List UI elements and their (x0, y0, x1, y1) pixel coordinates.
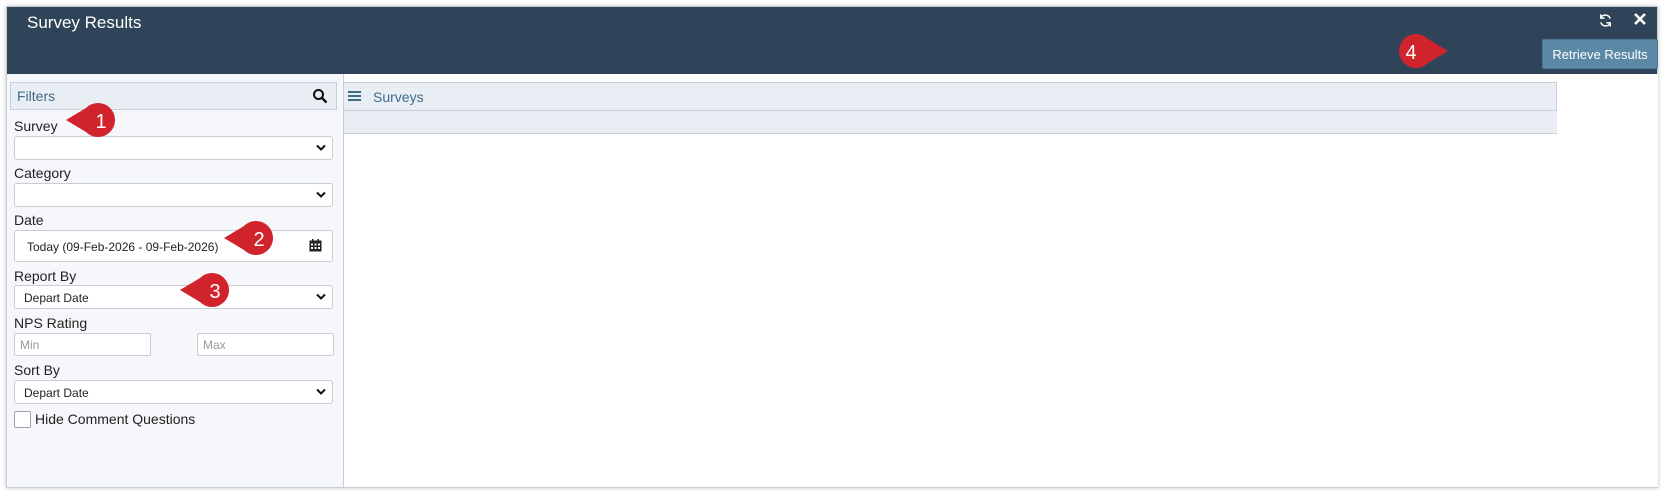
callout-marker-3: 3 (180, 272, 238, 312)
sort-by-select[interactable]: Depart Date (14, 380, 333, 404)
survey-label: Survey (14, 118, 58, 134)
nps-max-input[interactable] (197, 333, 334, 356)
chevron-down-icon (316, 191, 326, 198)
callout-number: 3 (209, 281, 221, 303)
chevron-down-icon (316, 293, 326, 300)
sort-by-value: Depart Date (24, 386, 89, 400)
calendar-icon[interactable] (309, 239, 322, 252)
date-label: Date (14, 212, 44, 228)
category-select[interactable] (14, 183, 333, 207)
sort-by-label: Sort By (14, 362, 60, 378)
chevron-down-icon (316, 144, 326, 151)
report-by-value: Depart Date (24, 291, 89, 305)
chevron-down-icon (316, 388, 326, 395)
date-range-field[interactable]: Today (09-Feb-2026 - 09-Feb-2026) (14, 230, 333, 262)
callout-number: 2 (253, 229, 265, 251)
callout-number: 1 (95, 111, 107, 133)
refresh-icon[interactable] (1598, 13, 1613, 31)
callout-marker-1: 1 (66, 102, 124, 142)
nps-rating-label: NPS Rating (14, 315, 88, 331)
surveys-title: Surveys (373, 89, 424, 105)
surveys-header: Surveys (344, 82, 1557, 111)
surveys-column-header-row (344, 111, 1557, 134)
filters-header: Filters (10, 82, 337, 110)
close-icon[interactable] (1633, 12, 1647, 28)
search-icon[interactable] (312, 88, 328, 104)
filters-title: Filters (17, 88, 56, 104)
retrieve-results-button[interactable]: Retrieve Results (1542, 39, 1658, 69)
callout-marker-4: 4 (1390, 33, 1448, 73)
date-range-value: Today (09-Feb-2026 - 09-Feb-2026) (27, 240, 219, 254)
callout-marker-2: 2 (224, 220, 282, 260)
window-title: Survey Results (27, 13, 142, 32)
report-by-label: Report By (14, 268, 77, 284)
callout-number: 4 (1405, 42, 1417, 64)
category-label: Category (14, 165, 71, 181)
nps-min-input[interactable] (14, 333, 151, 356)
survey-select[interactable] (14, 136, 333, 160)
menu-icon[interactable] (348, 90, 361, 102)
filters-panel: Filters Survey Category Date Today (09-F… (7, 74, 344, 487)
hide-comment-questions-checkbox[interactable] (14, 411, 31, 428)
report-by-select[interactable]: Depart Date (14, 285, 333, 309)
hide-comment-questions-label: Hide Comment Questions (35, 411, 196, 427)
surveys-panel: Surveys (344, 74, 1658, 487)
